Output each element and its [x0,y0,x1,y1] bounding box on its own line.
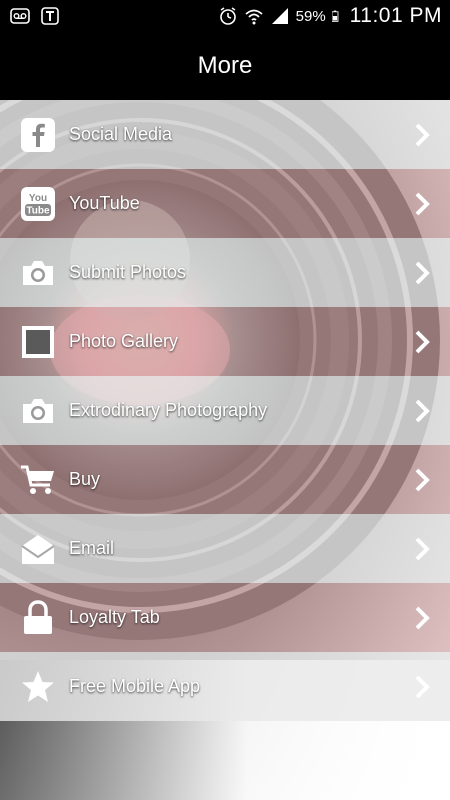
chevron-right-icon [415,399,430,422]
chevron-right-icon [415,468,430,491]
youtube-icon-text-bottom: Tube [26,205,50,216]
chevron-right-icon [415,606,430,629]
menu-item-extrodinary-photography[interactable]: Extrodinary Photography [0,376,450,445]
menu-item-label: Submit Photos [69,262,187,282]
page-title: More [197,52,253,79]
chevron-right-icon [415,675,430,698]
status-bar: 59% 11:01 PM [0,0,450,32]
menu-item-buy[interactable]: Buy [0,445,450,514]
youtube-icon-text-top: You [29,193,47,204]
camera-icon [19,254,57,292]
menu-item-label: Email [69,538,115,558]
youtube-icon: You Tube [19,185,57,223]
more-menu-list: Social Media You Tube YouTube Submit Pho… [0,100,450,721]
title-bar: More [0,32,450,100]
menu-item-photo-gallery[interactable]: Photo Gallery [0,307,450,376]
chevron-right-icon [415,261,430,284]
carrier-app-icon [41,7,59,25]
picture-frame-icon [19,323,57,361]
menu-item-label: Loyalty Tab [69,607,160,627]
facebook-icon [19,116,57,154]
wifi-icon [245,9,263,25]
signal-icon [271,8,288,24]
menu-item-label: Buy [69,469,101,489]
menu-item-free-mobile-app[interactable]: Free Mobile App [0,652,450,721]
menu-item-social-media[interactable]: Social Media [0,100,450,169]
menu-item-label: YouTube [69,193,140,213]
menu-item-label: Extrodinary Photography [69,400,268,420]
chevron-right-icon [415,123,430,146]
menu-item-label: Photo Gallery [69,331,179,351]
chevron-right-icon [415,330,430,353]
menu-item-label: Free Mobile App [69,676,201,696]
menu-item-email[interactable]: Email [0,514,450,583]
alarm-icon [219,7,236,25]
clock: 11:01 PM [349,4,442,27]
lock-icon [19,599,57,637]
battery-percentage: 59% [295,7,326,25]
voicemail-icon [10,8,30,24]
menu-item-submit-photos[interactable]: Submit Photos [0,238,450,307]
chevron-right-icon [415,537,430,560]
chevron-right-icon [415,192,430,215]
menu-item-label: Social Media [69,124,173,144]
envelope-icon [19,530,57,568]
camera-icon [19,392,57,430]
star-icon [19,668,57,706]
cart-icon [19,461,57,499]
menu-item-loyalty-tab[interactable]: Loyalty Tab [0,583,450,652]
menu-item-youtube[interactable]: You Tube YouTube [0,169,450,238]
battery-icon [331,10,339,22]
